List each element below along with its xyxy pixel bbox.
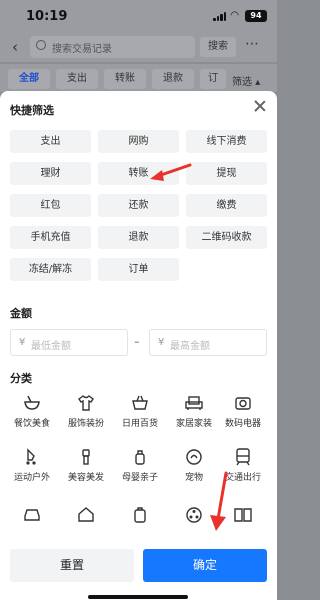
close-icon[interactable] [253, 99, 267, 113]
tab-order[interactable]: 订 [200, 69, 226, 89]
hairdryer-icon [82, 449, 90, 465]
search-header: ‹ 搜索交易记录 搜索 ⋯ [0, 32, 277, 62]
footer-bar: 重置 确定 [0, 540, 277, 600]
category-daily-goods[interactable]: 日用百货 [113, 393, 167, 429]
confirm-button[interactable]: 确定 [143, 549, 267, 582]
back-icon[interactable]: ‹ [12, 38, 18, 56]
filter-tabs: 全部 支出 转账 退款 订 筛选 ▴ [0, 64, 277, 92]
search-input[interactable]: 搜索交易记录 [30, 36, 195, 58]
category-home[interactable]: 家居家装 [167, 393, 221, 429]
house-icon [78, 507, 94, 522]
category-label: 服饰装扮 [67, 419, 104, 429]
chip-qr-receive[interactable]: 二维码收款 [186, 226, 267, 249]
category-label: 餐饮美食 [13, 419, 50, 429]
skate-icon [26, 448, 36, 465]
chip-withdraw[interactable]: 提现 [186, 162, 267, 185]
category-label: 运动户外 [13, 473, 50, 483]
annotation-arrow-icon [210, 471, 228, 531]
search-placeholder: 搜索交易记录 [52, 44, 112, 55]
wifi-icon: ◠ [230, 10, 239, 21]
basket-icon [132, 395, 148, 410]
chip-red-packet[interactable]: 红包 [10, 194, 91, 217]
category-food[interactable]: 餐饮美食 [5, 393, 59, 429]
amount-min-placeholder: 最低金额 [31, 341, 71, 352]
chip-bill-payment[interactable]: 缴费 [186, 194, 267, 217]
luggage-icon [134, 507, 146, 523]
amount-max-placeholder: 最高金额 [170, 341, 210, 352]
amount-title: 金额 [10, 307, 32, 320]
chip-offline[interactable]: 线下消费 [186, 130, 267, 153]
chip-expense[interactable]: 支出 [10, 130, 91, 153]
amount-min-input[interactable]: ¥ 最低金额 [10, 329, 128, 356]
quick-filter-title: 快捷筛选 [10, 104, 54, 117]
category-label: 家居家装 [175, 419, 212, 429]
category-label: 母婴亲子 [121, 473, 158, 483]
chip-online-shopping[interactable]: 网购 [98, 130, 179, 153]
filter-label: 筛选 [232, 77, 252, 88]
currency-symbol: ¥ [158, 337, 165, 348]
chip-finance[interactable]: 理财 [10, 162, 91, 185]
category-housing[interactable] [59, 505, 113, 525]
category-sports[interactable]: 运动户外 [5, 447, 59, 483]
search-button[interactable]: 搜索 [200, 37, 236, 57]
caret-up-icon: ▴ [255, 77, 261, 88]
shirt-icon [78, 395, 94, 411]
amount-separator: – [134, 335, 140, 348]
tab-transfer[interactable]: 转账 [104, 69, 146, 89]
filter-sheet: 快捷筛选 支出 网购 线下消费 理财 转账 提现 红包 还款 缴费 手机充值 退… [0, 91, 277, 600]
search-icon [36, 40, 46, 50]
signal-icon [213, 12, 227, 21]
category-label: 日用百货 [121, 419, 158, 429]
car-icon [24, 509, 40, 521]
camera-icon [235, 397, 251, 410]
train-icon [236, 448, 250, 466]
tab-all[interactable]: 全部 [8, 69, 50, 89]
category-label: 数码电器 [224, 419, 261, 429]
chip-refund[interactable]: 退款 [98, 226, 179, 249]
category-beauty[interactable]: 美容美发 [59, 447, 113, 483]
reset-button[interactable]: 重置 [10, 549, 134, 582]
baby-bottle-icon [135, 450, 145, 465]
annotation-arrow-icon [150, 163, 192, 181]
chip-repayment[interactable]: 还款 [98, 194, 179, 217]
category-baby[interactable]: 母婴亲子 [113, 447, 167, 483]
amount-max-input[interactable]: ¥ 最高金额 [149, 329, 267, 356]
chip-phone-topup[interactable]: 手机充值 [10, 226, 91, 249]
category-title: 分类 [10, 372, 32, 385]
tab-refund[interactable]: 退款 [152, 69, 194, 89]
pet-icon [186, 449, 202, 465]
category-label: 美容美发 [67, 473, 104, 483]
status-time: 10:19 [26, 9, 68, 24]
battery-icon: 94 [245, 10, 267, 22]
tab-filter[interactable]: 筛选 ▴ [232, 73, 260, 88]
status-bar: 10:19 ◠ 94 [0, 0, 277, 32]
category-clothing[interactable]: 服饰装扮 [59, 393, 113, 429]
chip-order[interactable]: 订单 [98, 258, 179, 281]
category-car[interactable] [5, 505, 59, 525]
chip-freeze[interactable]: 冻结/解冻 [10, 258, 91, 281]
tab-expense[interactable]: 支出 [56, 69, 98, 89]
category-digital[interactable]: 数码电器 [216, 393, 270, 429]
category-travel[interactable] [113, 505, 167, 525]
sofa-icon [185, 396, 203, 410]
bowl-icon [24, 395, 40, 410]
currency-symbol: ¥ [19, 337, 26, 348]
more-icon[interactable]: ⋯ [245, 36, 259, 52]
home-indicator [88, 595, 188, 599]
